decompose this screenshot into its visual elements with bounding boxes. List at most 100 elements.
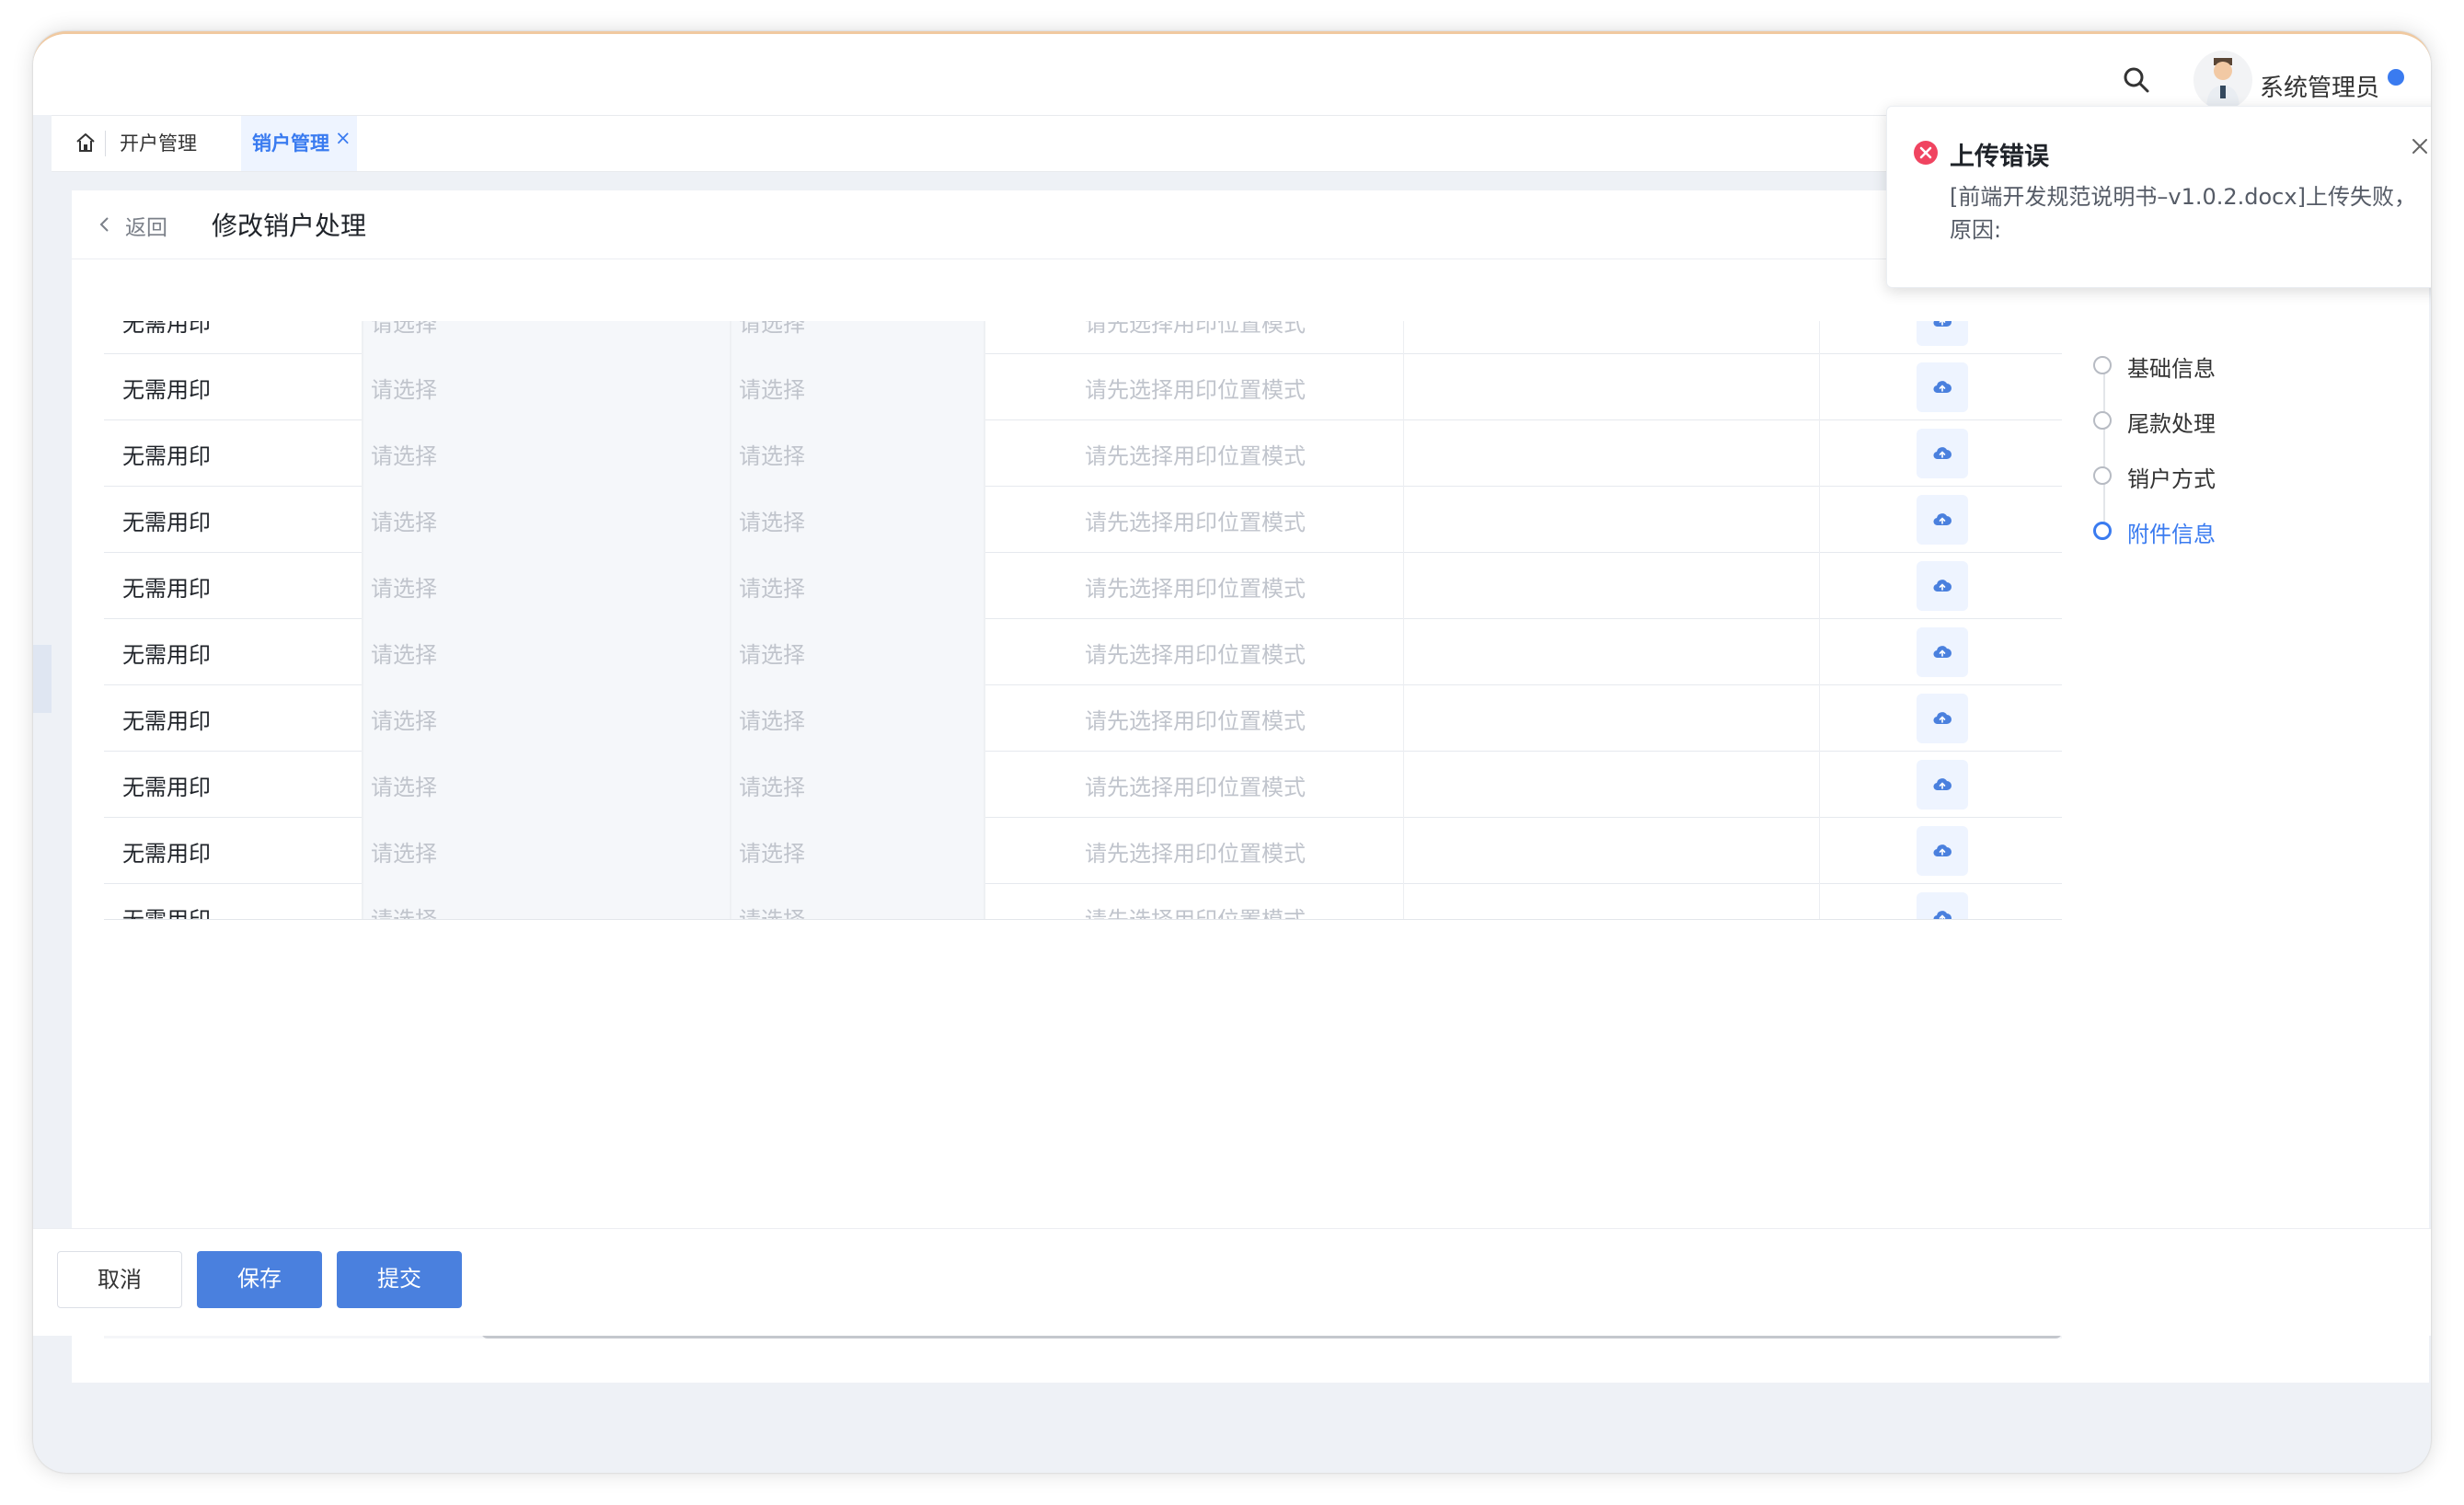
notification-dot	[2388, 69, 2404, 86]
upload-cell	[1821, 486, 2062, 552]
home-icon[interactable]	[75, 132, 97, 154]
close-icon[interactable]	[2408, 134, 2431, 158]
upload-button[interactable]	[1917, 429, 1968, 478]
select-field-2[interactable]: 请选择	[731, 321, 985, 353]
seal-requirement-cell: 无需用印	[104, 751, 360, 817]
select-field-2[interactable]: 请选择	[731, 486, 985, 552]
upload-button[interactable]	[1917, 561, 1968, 611]
select-field-1[interactable]: 请选择	[362, 419, 731, 486]
seal-requirement-cell: 无需用印	[104, 419, 360, 486]
select-field-2[interactable]: 请选择	[731, 684, 985, 751]
anchor-label: 基础信息	[2127, 356, 2216, 382]
anchor-item[interactable]: 销户方式	[2076, 457, 2352, 494]
select-field-2[interactable]: 请选择	[731, 883, 985, 919]
upload-button[interactable]	[1917, 495, 1968, 545]
seal-position-cell: 请先选择用印位置模式	[987, 618, 1404, 684]
upload-button[interactable]	[1917, 694, 1968, 743]
seal-position-cell: 请先选择用印位置模式	[987, 419, 1404, 486]
tab-divider	[105, 131, 106, 156]
anchor-dot	[2093, 466, 2112, 485]
upload-cell	[1821, 552, 2062, 618]
anchor-dot	[2093, 411, 2112, 430]
seal-position-cell: 请先选择用印位置模式	[987, 486, 1404, 552]
submit-button[interactable]: 提交	[337, 1251, 462, 1308]
tab-close-account[interactable]: 销户管理 ×	[241, 116, 357, 171]
table-row: 无需用印 请选择 请选择 请先选择用印位置模式	[104, 353, 2062, 420]
select-placeholder: 请选择	[371, 377, 437, 403]
section-anchor-nav: 基础信息尾款处理销户方式附件信息	[2076, 338, 2352, 558]
select-field-1[interactable]: 请选择	[362, 883, 731, 919]
select-field-2[interactable]: 请选择	[731, 353, 985, 419]
anchor-item[interactable]: 附件信息	[2076, 512, 2352, 549]
cloud-upload-icon	[1933, 381, 1952, 394]
form-footer: 取消 保存 提交	[33, 1228, 2431, 1336]
select-field-2[interactable]: 请选择	[731, 751, 985, 817]
select-field-1[interactable]: 请选择	[362, 684, 731, 751]
anchor-item[interactable]: 基础信息	[2076, 347, 2352, 384]
table-row: 无需用印 请选择 请选择 请先选择用印位置模式	[104, 552, 2062, 619]
seal-requirement-text: 无需用印	[122, 576, 211, 602]
cancel-button[interactable]: 取消	[57, 1251, 182, 1308]
seal-requirement-cell: 无需用印	[104, 552, 360, 618]
select-placeholder: 请选择	[739, 708, 805, 734]
anchor-dot	[2093, 522, 2112, 540]
select-field-1[interactable]: 请选择	[362, 552, 731, 618]
tab-close-icon[interactable]: ×	[335, 127, 351, 149]
table-row: 无需用印 请选择 请选择 请先选择用印位置模式	[104, 618, 2062, 685]
select-placeholder: 请选择	[739, 510, 805, 535]
upload-button[interactable]	[1917, 760, 1968, 810]
seal-requirement-text: 无需用印	[122, 775, 211, 800]
back-link[interactable]: 返回	[125, 210, 167, 241]
tab-close-account-label: 销户管理	[252, 132, 329, 155]
cloud-upload-icon	[1933, 712, 1952, 725]
cloud-upload-icon	[1933, 321, 1952, 327]
attachment-cell	[1405, 353, 1820, 419]
avatar[interactable]	[2193, 51, 2252, 109]
seal-requirement-text: 无需用印	[122, 443, 211, 469]
select-field-1[interactable]: 请选择	[362, 817, 731, 883]
upload-button[interactable]	[1917, 321, 1968, 346]
attachment-cell	[1405, 321, 1820, 353]
upload-button[interactable]	[1917, 826, 1968, 876]
chevron-left-icon[interactable]	[94, 209, 116, 240]
sidebar-collapsed-indicator[interactable]	[33, 645, 52, 713]
select-field-1[interactable]: 请选择	[362, 321, 731, 353]
select-field-1[interactable]: 请选择	[362, 486, 731, 552]
seal-requirement-cell: 无需用印	[104, 486, 360, 552]
select-field-2[interactable]: 请选择	[731, 817, 985, 883]
select-field-1[interactable]: 请选择	[362, 353, 731, 419]
tab-open-account[interactable]: 开户管理	[120, 129, 197, 156]
seal-position-placeholder: 请先选择用印位置模式	[1085, 907, 1306, 920]
user-name[interactable]: 系统管理员	[2260, 69, 2379, 103]
table-row: 无需用印 请选择 请选择 请先选择用印位置模式	[104, 751, 2062, 818]
attachment-cell	[1405, 751, 1820, 817]
save-button[interactable]: 保存	[197, 1251, 322, 1308]
select-placeholder: 请选择	[739, 642, 805, 668]
error-circle-icon	[1914, 141, 1938, 165]
app-window: 系统管理员 开户管理 销户管理 × 返回 修改销户处理 无需用印 请选择 请选择 请先…	[33, 31, 2431, 1473]
notification-message: [前端开发规范说明书–v1.0.2.docx]上传失败，原因:	[1950, 184, 2416, 243]
upload-cell	[1821, 883, 2062, 919]
seal-position-cell: 请先选择用印位置模式	[987, 321, 1404, 353]
table-row: 无需用印 请选择 请选择 请先选择用印位置模式	[104, 486, 2062, 553]
upload-button[interactable]	[1917, 627, 1968, 677]
seal-position-placeholder: 请先选择用印位置模式	[1085, 321, 1306, 337]
attachment-cell	[1405, 817, 1820, 883]
upload-button[interactable]	[1917, 892, 1968, 919]
select-field-2[interactable]: 请选择	[731, 419, 985, 486]
select-field-2[interactable]: 请选择	[731, 552, 985, 618]
page-title: 修改销户处理	[212, 211, 367, 241]
upload-cell	[1821, 419, 2062, 486]
seal-requirement-text: 无需用印	[122, 510, 211, 535]
select-field-1[interactable]: 请选择	[362, 618, 731, 684]
upload-button[interactable]	[1917, 362, 1968, 412]
anchor-dot	[2093, 356, 2112, 374]
select-field-2[interactable]: 请选择	[731, 618, 985, 684]
select-field-1[interactable]: 请选择	[362, 751, 731, 817]
anchor-item[interactable]: 尾款处理	[2076, 402, 2352, 439]
seal-requirement-cell: 无需用印	[104, 817, 360, 883]
seal-requirement-text: 无需用印	[122, 841, 211, 867]
select-placeholder: 请选择	[739, 775, 805, 800]
search-icon[interactable]	[2122, 65, 2151, 95]
select-placeholder: 请选择	[739, 443, 805, 469]
